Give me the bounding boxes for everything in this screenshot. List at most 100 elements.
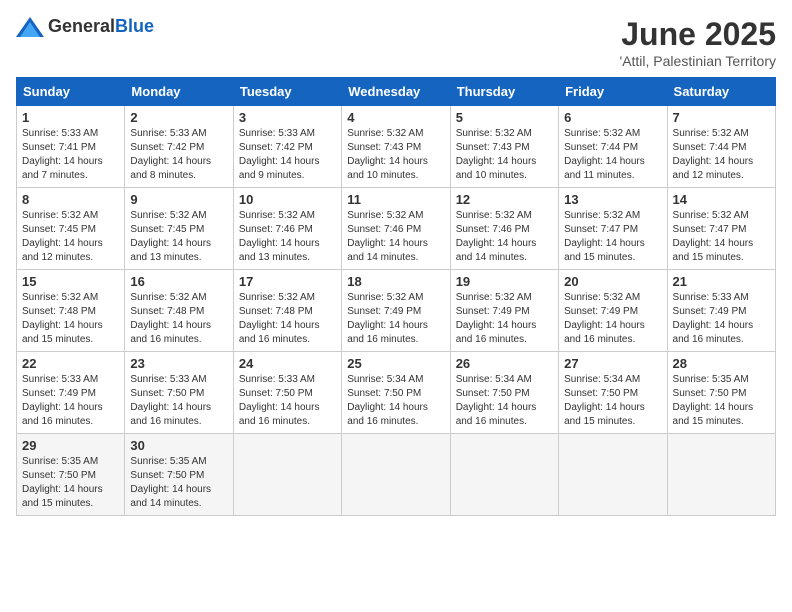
day-number: 29 — [22, 438, 119, 453]
day-number: 24 — [239, 356, 336, 371]
logo-text-general: General — [48, 16, 115, 36]
cell-content: Sunrise: 5:32 AMSunset: 7:48 PMDaylight:… — [239, 291, 336, 347]
day-number: 28 — [673, 356, 770, 371]
cell-content: Sunrise: 5:32 AMSunset: 7:46 PMDaylight:… — [456, 209, 553, 265]
calendar-cell — [559, 434, 667, 516]
calendar-cell: 7 Sunrise: 5:32 AMSunset: 7:44 PMDaylight… — [667, 106, 775, 188]
cell-content: Sunrise: 5:32 AMSunset: 7:46 PMDaylight:… — [239, 209, 336, 265]
header-day-wednesday: Wednesday — [342, 78, 450, 106]
day-number: 6 — [564, 110, 661, 125]
cell-content: Sunrise: 5:32 AMSunset: 7:43 PMDaylight:… — [456, 127, 553, 183]
calendar-cell: 8Sunrise: 5:32 AMSunset: 7:45 PMDaylight… — [17, 188, 125, 270]
cell-content: Sunrise: 5:32 AMSunset: 7:47 PMDaylight:… — [673, 209, 770, 265]
calendar-cell: 14 Sunrise: 5:32 AMSunset: 7:47 PMDayligh… — [667, 188, 775, 270]
cell-content: Sunrise: 5:33 AMSunset: 7:41 PMDaylight:… — [22, 127, 119, 183]
day-number: 14 — [673, 192, 770, 207]
cell-content: Sunrise: 5:32 AMSunset: 7:48 PMDaylight:… — [22, 291, 119, 347]
calendar-cell: 18 Sunrise: 5:32 AMSunset: 7:49 PMDayligh… — [342, 270, 450, 352]
day-number: 2 — [130, 110, 227, 125]
day-number: 18 — [347, 274, 444, 289]
day-number: 10 — [239, 192, 336, 207]
calendar-cell: 20 Sunrise: 5:32 AMSunset: 7:49 PMDayligh… — [559, 270, 667, 352]
calendar-week-3: 15 Sunrise: 5:32 AMSunset: 7:48 PMDayligh… — [17, 270, 776, 352]
day-number: 26 — [456, 356, 553, 371]
logo-icon — [16, 17, 44, 37]
cell-content: Sunrise: 5:32 AMSunset: 7:46 PMDaylight:… — [347, 209, 444, 265]
day-number: 4 — [347, 110, 444, 125]
calendar-header-row: SundayMondayTuesdayWednesdayThursdayFrid… — [17, 78, 776, 106]
day-number: 22 — [22, 356, 119, 371]
cell-content: Sunrise: 5:33 AMSunset: 7:42 PMDaylight:… — [239, 127, 336, 183]
day-number: 21 — [673, 274, 770, 289]
day-number: 11 — [347, 192, 444, 207]
calendar-cell: 15 Sunrise: 5:32 AMSunset: 7:48 PMDayligh… — [17, 270, 125, 352]
cell-content: Sunrise: 5:32 AMSunset: 7:44 PMDaylight:… — [673, 127, 770, 183]
day-number: 19 — [456, 274, 553, 289]
logo: GeneralBlue — [16, 16, 154, 37]
cell-content: Sunrise: 5:34 AMSunset: 7:50 PMDaylight:… — [456, 373, 553, 429]
cell-content: Sunrise: 5:32 AMSunset: 7:49 PMDaylight:… — [564, 291, 661, 347]
cell-content: Sunrise: 5:35 AMSunset: 7:50 PMDaylight:… — [673, 373, 770, 429]
calendar-title: June 2025 — [620, 16, 776, 53]
cell-content: Sunrise: 5:34 AMSunset: 7:50 PMDaylight:… — [564, 373, 661, 429]
header-day-monday: Monday — [125, 78, 233, 106]
calendar-cell: 16 Sunrise: 5:32 AMSunset: 7:48 PMDayligh… — [125, 270, 233, 352]
calendar-subtitle: 'Attil, Palestinian Territory — [620, 53, 776, 69]
calendar-cell: 28 Sunrise: 5:35 AMSunset: 7:50 PMDayligh… — [667, 352, 775, 434]
calendar-cell: 22 Sunrise: 5:33 AMSunset: 7:49 PMDayligh… — [17, 352, 125, 434]
calendar-cell: 1 Sunrise: 5:33 AMSunset: 7:41 PMDaylight… — [17, 106, 125, 188]
title-area: June 2025 'Attil, Palestinian Territory — [620, 16, 776, 69]
day-number: 16 — [130, 274, 227, 289]
calendar-cell — [450, 434, 558, 516]
day-number: 5 — [456, 110, 553, 125]
cell-content: Sunrise: 5:32 AMSunset: 7:45 PMDaylight:… — [130, 209, 227, 265]
header-day-tuesday: Tuesday — [233, 78, 341, 106]
day-number: 20 — [564, 274, 661, 289]
calendar-cell: 10 Sunrise: 5:32 AMSunset: 7:46 PMDayligh… — [233, 188, 341, 270]
day-number: 9 — [130, 192, 227, 207]
calendar-week-4: 22 Sunrise: 5:33 AMSunset: 7:49 PMDayligh… — [17, 352, 776, 434]
day-number: 25 — [347, 356, 444, 371]
cell-content: Sunrise: 5:32 AMSunset: 7:44 PMDaylight:… — [564, 127, 661, 183]
cell-content: Sunrise: 5:33 AMSunset: 7:49 PMDaylight:… — [673, 291, 770, 347]
calendar-cell: 11 Sunrise: 5:32 AMSunset: 7:46 PMDayligh… — [342, 188, 450, 270]
header-day-saturday: Saturday — [667, 78, 775, 106]
header-day-friday: Friday — [559, 78, 667, 106]
header: GeneralBlue June 2025 'Attil, Palestinia… — [16, 16, 776, 69]
cell-content: Sunrise: 5:32 AMSunset: 7:43 PMDaylight:… — [347, 127, 444, 183]
day-number: 15 — [22, 274, 119, 289]
day-number: 27 — [564, 356, 661, 371]
calendar-table: SundayMondayTuesdayWednesdayThursdayFrid… — [16, 77, 776, 516]
calendar-week-5: 29 Sunrise: 5:35 AMSunset: 7:50 PMDayligh… — [17, 434, 776, 516]
cell-content: Sunrise: 5:32 AMSunset: 7:49 PMDaylight:… — [456, 291, 553, 347]
calendar-week-2: 8Sunrise: 5:32 AMSunset: 7:45 PMDaylight… — [17, 188, 776, 270]
calendar-cell: 26 Sunrise: 5:34 AMSunset: 7:50 PMDayligh… — [450, 352, 558, 434]
cell-content: Sunrise: 5:33 AMSunset: 7:50 PMDaylight:… — [239, 373, 336, 429]
cell-content: Sunrise: 5:32 AMSunset: 7:49 PMDaylight:… — [347, 291, 444, 347]
calendar-cell: 5 Sunrise: 5:32 AMSunset: 7:43 PMDaylight… — [450, 106, 558, 188]
calendar-cell: 21 Sunrise: 5:33 AMSunset: 7:49 PMDayligh… — [667, 270, 775, 352]
calendar-cell: 19 Sunrise: 5:32 AMSunset: 7:49 PMDayligh… — [450, 270, 558, 352]
calendar-cell: 27 Sunrise: 5:34 AMSunset: 7:50 PMDayligh… — [559, 352, 667, 434]
cell-content: Sunrise: 5:33 AMSunset: 7:42 PMDaylight:… — [130, 127, 227, 183]
calendar-cell: 30 Sunrise: 5:35 AMSunset: 7:50 PMDayligh… — [125, 434, 233, 516]
cell-content: Sunrise: 5:35 AMSunset: 7:50 PMDaylight:… — [130, 455, 227, 511]
calendar-cell: 3 Sunrise: 5:33 AMSunset: 7:42 PMDaylight… — [233, 106, 341, 188]
day-number: 13 — [564, 192, 661, 207]
calendar-cell: 29 Sunrise: 5:35 AMSunset: 7:50 PMDayligh… — [17, 434, 125, 516]
header-day-thursday: Thursday — [450, 78, 558, 106]
day-number: 12 — [456, 192, 553, 207]
cell-content: Sunrise: 5:32 AMSunset: 7:47 PMDaylight:… — [564, 209, 661, 265]
day-number: 3 — [239, 110, 336, 125]
day-number: 7 — [673, 110, 770, 125]
calendar-cell — [233, 434, 341, 516]
calendar-cell: 6 Sunrise: 5:32 AMSunset: 7:44 PMDaylight… — [559, 106, 667, 188]
calendar-cell: 17Sunrise: 5:32 AMSunset: 7:48 PMDayligh… — [233, 270, 341, 352]
day-number: 23 — [130, 356, 227, 371]
cell-content: Sunrise: 5:35 AMSunset: 7:50 PMDaylight:… — [22, 455, 119, 511]
calendar-cell: 12 Sunrise: 5:32 AMSunset: 7:46 PMDayligh… — [450, 188, 558, 270]
cell-content: Sunrise: 5:32 AMSunset: 7:48 PMDaylight:… — [130, 291, 227, 347]
cell-content: Sunrise: 5:33 AMSunset: 7:49 PMDaylight:… — [22, 373, 119, 429]
day-number: 30 — [130, 438, 227, 453]
day-number: 1 — [22, 110, 119, 125]
